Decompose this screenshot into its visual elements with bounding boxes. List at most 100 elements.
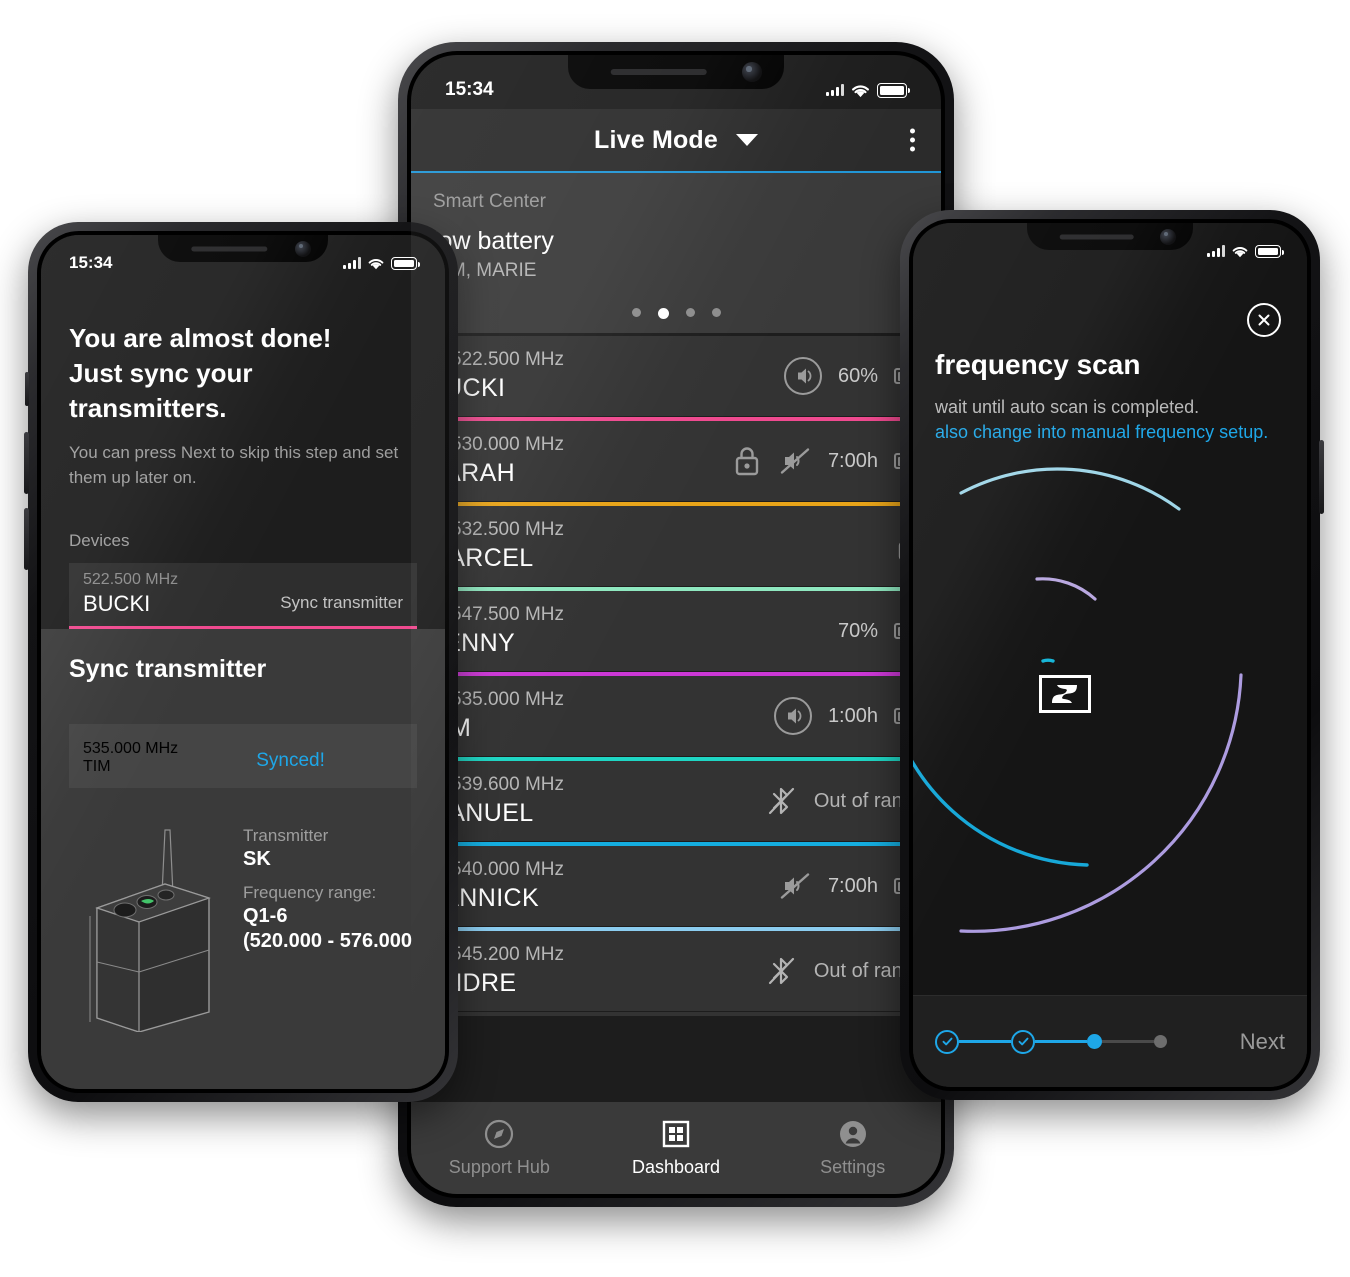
left-phone-volume-down-button[interactable] [24,508,29,570]
device-frequency: 532.500 MHz [451,519,565,540]
smart-center-title: low battery [433,227,554,255]
left-status-bar: 15:34 [41,235,445,279]
device-status-value: 7:00h [827,874,878,897]
lock-icon[interactable] [732,444,762,478]
sheet-device-row[interactable]: 535.000 MHz TIM Synced! [69,724,417,788]
device-frequency: 539.600 MHz [451,774,565,795]
table-row[interactable]: 522.500 MHz BUCKI 60% [411,336,941,421]
bodypack-transmitter-icon [89,829,211,1032]
speaker-circle-icon[interactable] [783,357,822,395]
page-title: Live Mode [593,125,719,154]
device-identity: 522.500 MHz BUCKI [427,349,784,403]
next-button[interactable]: Next [1226,1029,1285,1055]
close-glyph [1258,314,1270,326]
cellular-bars-icon [1207,245,1225,257]
tab-settings[interactable]: Settings [764,1118,941,1178]
device-indicators: 7:00h [732,444,928,478]
device-frequency-row: 547.500 MHz [427,604,838,626]
sennheiser-logo [1039,675,1091,713]
speaker-circle-icon[interactable] [773,697,812,735]
sennheiser-logo-glyph [1052,685,1077,703]
carousel-dot[interactable] [685,308,695,317]
left-phone-app: 15:34 You are almost done! Just sync you… [41,235,445,1089]
step-connector-2 [1035,1040,1087,1043]
left-heading-line2: Just sync your transmitters. [69,357,253,423]
tab-label: Dashboard [631,1157,721,1177]
table-row[interactable]: 530.000 MHz SARAH 7:00h [411,421,941,506]
device-status-value: 60% [837,364,878,387]
smart-center-label: Smart Center [433,191,546,212]
chevron-down-icon[interactable] [736,134,759,146]
table-row[interactable]: 535.000 MHz TIM 1:00h [411,676,941,761]
account-icon [839,1121,866,1147]
app-header: Live Mode [411,109,941,171]
wifi-icon [1232,246,1248,257]
table-row[interactable]: 545.200 MHz ANDRE Out of range [411,931,941,1016]
table-row[interactable]: 539.600 MHz MANUEL Out of range [411,761,941,846]
tab-support-hub[interactable]: Support Hub [411,1118,588,1178]
device-frequency-row: 532.500 MHz [427,519,895,541]
device-status-value: 7:00h [827,449,878,472]
check-icon [942,1037,952,1046]
device-identity: 535.000 MHz TIM [427,689,774,743]
right-phone-device: 15:34 [900,210,1324,1100]
smart-center-card[interactable]: Smart Center low battery TIM, MARIE [411,173,941,333]
frequency-range-detail: (520.000 - 576.000 [243,930,413,952]
left-device-name: BUCKI [83,590,151,616]
speaker-glyph [797,368,812,384]
bottom-tab-bar: Support Hub Dashboard Settings [411,1102,941,1194]
mute-icon[interactable] [778,444,812,478]
table-row[interactable]: 547.500 MHz BENNY 70% [411,591,941,676]
right-status-icons [1207,244,1284,258]
left-phone-mute-button[interactable] [25,372,29,406]
sync-transmitter-sheet: Sync transmitter 535.000 MHz TIM Synced! [41,629,445,1089]
sync-transmitter-action[interactable]: Sync transmitter [280,593,403,617]
check-icon [1018,1037,1028,1046]
device-name: TIM [427,714,774,743]
mute-icon[interactable] [778,869,812,903]
left-device-frequency: 522.500 MHz [83,570,179,588]
step-4-upcoming[interactable] [1154,1035,1167,1048]
transmitter-info-text: Transmitter SK Frequency range: Q1-6 (52… [243,822,412,1032]
device-name: BUCKI [427,374,506,402]
carousel-dot[interactable] [631,308,641,317]
battery-icon [1255,244,1284,258]
list-item[interactable]: 522.500 MHz BUCKI Sync transmitter [69,562,417,629]
right-status-bar: 15:34 [913,223,1307,267]
bluetooth-off-icon[interactable] [764,952,798,990]
left-status-icons [343,256,420,270]
carousel-dot[interactable] [711,308,721,317]
kebab-menu-icon[interactable] [910,128,915,152]
table-row[interactable]: 540.000 MHz YANNICK 7:00h [411,846,941,931]
device-identity: 540.000 MHz YANNICK [427,859,778,913]
sheet-device-info: 535.000 MHz TIM [83,740,178,776]
device-frequency: 545.200 MHz [451,944,565,965]
device-frequency: 530.000 MHz [451,434,565,455]
transmitter-info-block: Transmitter SK Frequency range: Q1-6 (52… [69,822,417,1032]
transmitter-label: Transmitter [243,826,329,845]
device-name: ANDRE [427,969,517,997]
scan-title: frequency scan [935,349,1141,380]
table-row[interactable]: 532.500 MHz MARCEL [411,506,941,591]
compass-icon [485,1119,514,1149]
device-frequency: 547.500 MHz [451,604,565,625]
right-phone-power-button[interactable] [1319,440,1324,514]
center-phone-bezel: 15:34 Live Mode Smart Center low battery… [407,51,945,1198]
close-icon[interactable] [1247,303,1281,337]
bluetooth-off-icon[interactable] [764,782,798,820]
step-1-done[interactable] [935,1029,959,1054]
cellular-bars-icon [343,257,361,269]
step-3-current[interactable] [1087,1034,1102,1049]
device-identity: 547.500 MHz BENNY [427,604,838,658]
center-status-icons [826,82,910,98]
device-frequency: 535.000 MHz [451,689,565,710]
sheet-device-name: TIM [83,758,111,775]
frequency-range-label: Frequency range: [243,883,377,902]
device-list[interactable]: 522.500 MHz BUCKI 60% 530.000 MHz SARAH [411,333,941,1102]
device-identity: 545.200 MHz ANDRE [427,944,764,998]
left-phone-volume-up-button[interactable] [24,432,29,494]
step-2-done[interactable] [1011,1029,1035,1054]
left-phone-screen: 15:34 You are almost done! Just sync you… [41,235,445,1089]
tab-dashboard[interactable]: Dashboard [588,1118,765,1178]
carousel-dot-active[interactable] [657,308,669,319]
